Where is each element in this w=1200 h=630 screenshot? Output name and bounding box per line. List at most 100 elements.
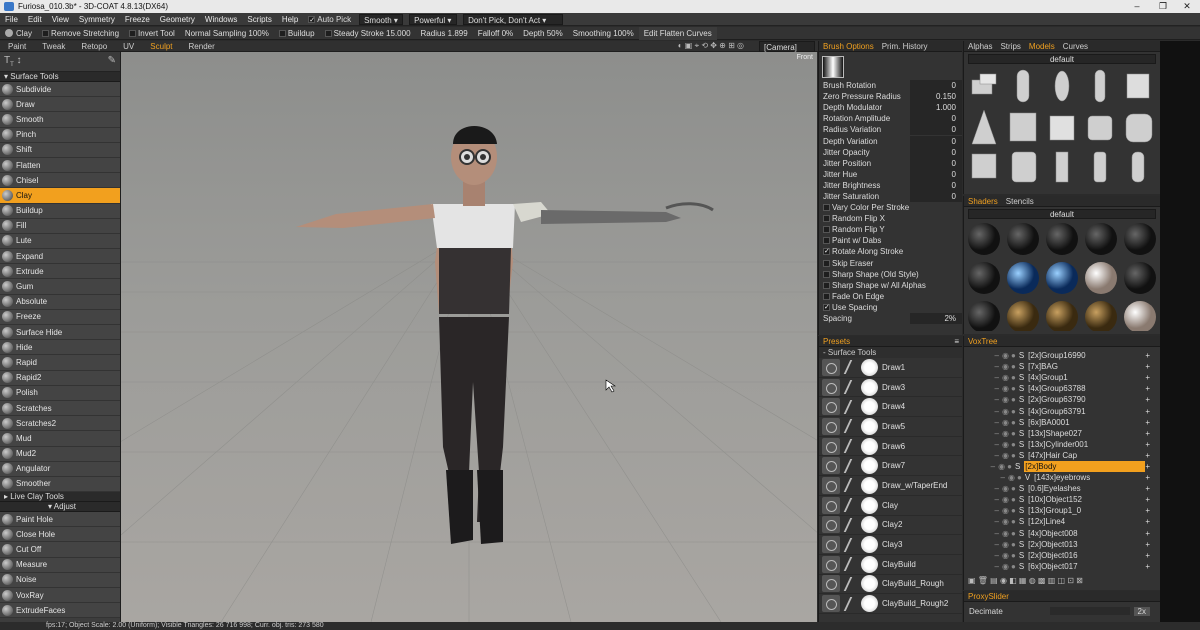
menu-file[interactable]: File: [0, 13, 23, 26]
param-value[interactable]: 0.150: [910, 91, 962, 103]
preset-draw4[interactable]: Draw4: [819, 397, 962, 418]
brush-param-zero-pressure-radius[interactable]: Zero Pressure Radius 0.150: [819, 91, 962, 103]
expand-icon[interactable]: –: [964, 361, 1002, 372]
expand-icon[interactable]: –: [964, 561, 1002, 572]
lock-icon[interactable]: ●: [1011, 494, 1016, 505]
voxtree-item[interactable]: – ◉ ● S [4x]Group63788 +: [964, 383, 1160, 394]
tool-flatten[interactable]: Flatten: [0, 157, 120, 174]
add-icon[interactable]: +: [1145, 516, 1150, 527]
brush-preview[interactable]: [819, 52, 962, 80]
expand-icon[interactable]: –: [964, 494, 1002, 505]
smoothing-field[interactable]: Smoothing 100%: [568, 27, 639, 40]
tool-close-hole[interactable]: Close Hole: [0, 527, 120, 543]
lock-icon[interactable]: ●: [1011, 383, 1016, 394]
lock-icon[interactable]: ●: [1011, 561, 1016, 572]
param-value[interactable]: 0: [910, 146, 962, 158]
tool-smoother[interactable]: Smoother: [0, 476, 120, 493]
voxtree-item[interactable]: – ◉ ● S [0.6]Eyelashes +: [964, 483, 1160, 494]
add-icon[interactable]: +: [1145, 539, 1150, 550]
visibility-icon[interactable]: ◉: [1002, 361, 1009, 372]
pick-select[interactable]: Don't Pick, Don't Act ▾: [463, 13, 564, 25]
add-icon[interactable]: +: [1145, 350, 1150, 361]
brush-param-brush-rotation[interactable]: Brush Rotation 0: [819, 80, 962, 92]
voxtree-item[interactable]: – ◉ ● S [12x]Line4 +: [964, 516, 1160, 527]
preset-draw3[interactable]: Draw3: [819, 378, 962, 398]
steady-stroke-checkbox[interactable]: [324, 29, 332, 37]
radius-value[interactable]: 1.899: [448, 29, 468, 38]
shader-grid[interactable]: [964, 221, 1161, 333]
lock-icon[interactable]: ●: [1011, 505, 1016, 516]
add-icon[interactable]: +: [1145, 372, 1150, 383]
room-tab-retopo[interactable]: Retopo: [73, 41, 115, 52]
minimize-button[interactable]: –: [1124, 0, 1150, 13]
add-icon[interactable]: +: [1145, 450, 1150, 461]
lock-icon[interactable]: ●: [1011, 483, 1016, 494]
falloff-value[interactable]: 0%: [502, 29, 514, 38]
expand-icon[interactable]: –: [964, 505, 1002, 516]
checkbox[interactable]: [823, 302, 830, 313]
brush-alpha-icon[interactable]: [822, 56, 844, 78]
camera-select[interactable]: [Camera]: [759, 40, 815, 52]
add-icon[interactable]: +: [1145, 383, 1150, 394]
live-clay-header[interactable]: ▸ Live Clay Tools: [0, 492, 120, 503]
lock-icon[interactable]: ●: [1011, 350, 1016, 361]
preset-draw-w-taperend[interactable]: Draw_w/TaperEnd: [819, 476, 962, 496]
preset-claybuild-rough[interactable]: ClayBuild_Rough: [819, 575, 962, 595]
add-icon[interactable]: +: [1145, 394, 1150, 405]
tool-shift[interactable]: Shift: [0, 142, 120, 158]
expand-icon[interactable]: –: [964, 350, 1002, 361]
voxtree-item[interactable]: – ◉ ● S [6x]BA0001 +: [964, 417, 1160, 428]
expand-icon[interactable]: –: [964, 383, 1002, 394]
brush-param-jitter-position[interactable]: Jitter Position 0: [819, 157, 962, 169]
checkbox[interactable]: [823, 204, 830, 212]
tool-scratches[interactable]: Scratches: [0, 400, 120, 417]
tab-shaders[interactable]: Shaders: [964, 196, 1002, 206]
spacing-value[interactable]: 2%: [910, 313, 962, 325]
expand-icon[interactable]: –: [964, 417, 1002, 428]
add-icon[interactable]: +: [1145, 550, 1150, 561]
menu-freeze[interactable]: Freeze: [120, 13, 155, 26]
lock-icon[interactable]: ●: [1007, 461, 1012, 472]
expand-icon[interactable]: –: [964, 394, 1002, 405]
visibility-icon[interactable]: ◉: [1002, 372, 1009, 383]
menu-scripts[interactable]: Scripts: [242, 13, 276, 26]
tab-presets[interactable]: Presets: [819, 336, 854, 346]
brush-param-jitter-hue[interactable]: Jitter Hue 0: [819, 168, 962, 180]
adjust-header[interactable]: ▾ Adjust: [0, 502, 120, 513]
room-tab-tweak[interactable]: Tweak: [34, 41, 73, 52]
menu-icon[interactable]: ≡: [954, 336, 962, 346]
room-tab-uv[interactable]: UV: [115, 41, 142, 52]
lock-icon[interactable]: ●: [1011, 550, 1016, 561]
tool-draw[interactable]: Draw: [0, 97, 120, 113]
voxtree-item[interactable]: – ◉ ● S [13x]Group1_0 +: [964, 505, 1160, 516]
add-icon[interactable]: +: [1145, 561, 1150, 572]
voxtree-item[interactable]: – ◉ ● S [2x]Body +: [964, 460, 1160, 472]
param-value[interactable]: 1.000: [910, 102, 962, 114]
brush-param-rotation-amplitude[interactable]: Rotation Amplitude 0: [819, 113, 962, 125]
check-use-spacing[interactable]: Use Spacing: [819, 302, 962, 313]
preset-draw1[interactable]: Draw1: [819, 358, 962, 378]
viewport-icons[interactable]: ◐ ▣ ⌖ ⟲ ✥ ⊕ ⊞ ◎: [678, 41, 744, 51]
check-paint-w-dabs[interactable]: Paint w/ Dabs: [819, 235, 962, 246]
preset-draw7[interactable]: Draw7: [819, 456, 962, 477]
tool-mud[interactable]: Mud: [0, 431, 120, 447]
preset-clay3[interactable]: Clay3: [819, 535, 962, 555]
brush-param-depth-modulator[interactable]: Depth Modulator 1.000: [819, 102, 962, 114]
expand-icon[interactable]: –: [964, 450, 1002, 461]
param-value[interactable]: 0: [910, 179, 962, 191]
checkbox[interactable]: [823, 270, 830, 278]
lock-icon[interactable]: ●: [1011, 516, 1016, 527]
tool-buildup[interactable]: Buildup: [0, 203, 120, 219]
buildup-toggle[interactable]: Buildup: [274, 27, 320, 40]
mode-select[interactable]: Smooth ▾: [359, 13, 404, 25]
models-set-select[interactable]: default: [968, 54, 1156, 64]
visibility-icon[interactable]: ◉: [1002, 350, 1009, 361]
visibility-icon[interactable]: ◉: [1002, 394, 1009, 405]
menu-help[interactable]: Help: [277, 13, 303, 26]
checkbox[interactable]: [823, 292, 830, 300]
depth-field[interactable]: Depth 50%: [518, 27, 568, 40]
shaders-set-select[interactable]: default: [968, 209, 1156, 219]
tool-cut-off[interactable]: Cut Off: [0, 542, 120, 558]
remove-stretching-checkbox[interactable]: [42, 29, 50, 37]
checkbox[interactable]: [823, 259, 830, 267]
